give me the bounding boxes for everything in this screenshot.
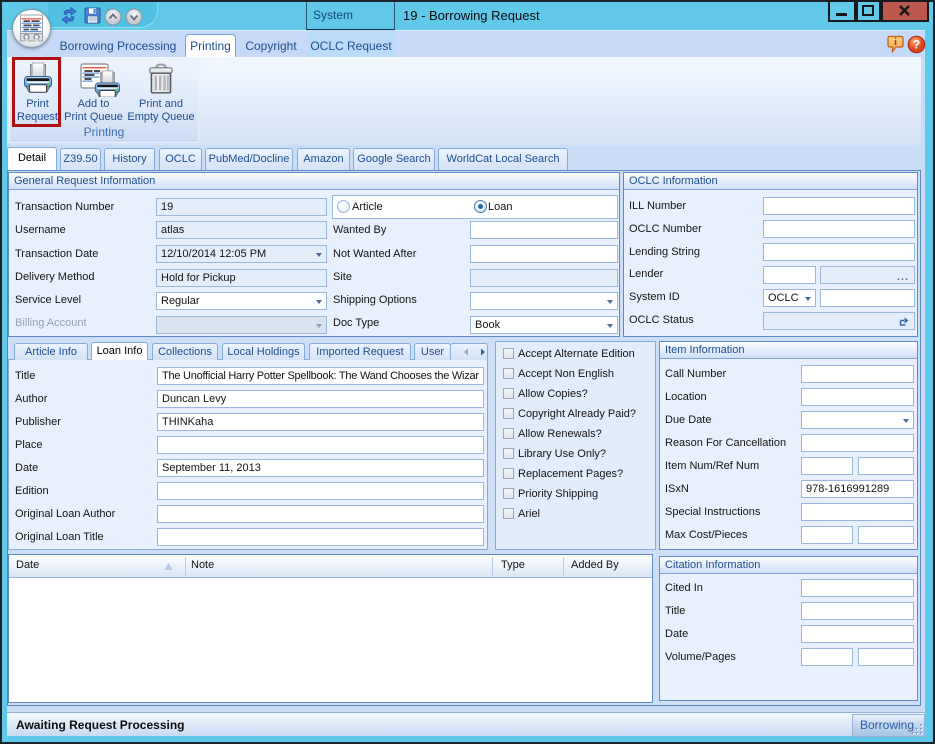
svg-text:i: i (894, 37, 897, 48)
svg-text:?: ? (913, 38, 920, 52)
